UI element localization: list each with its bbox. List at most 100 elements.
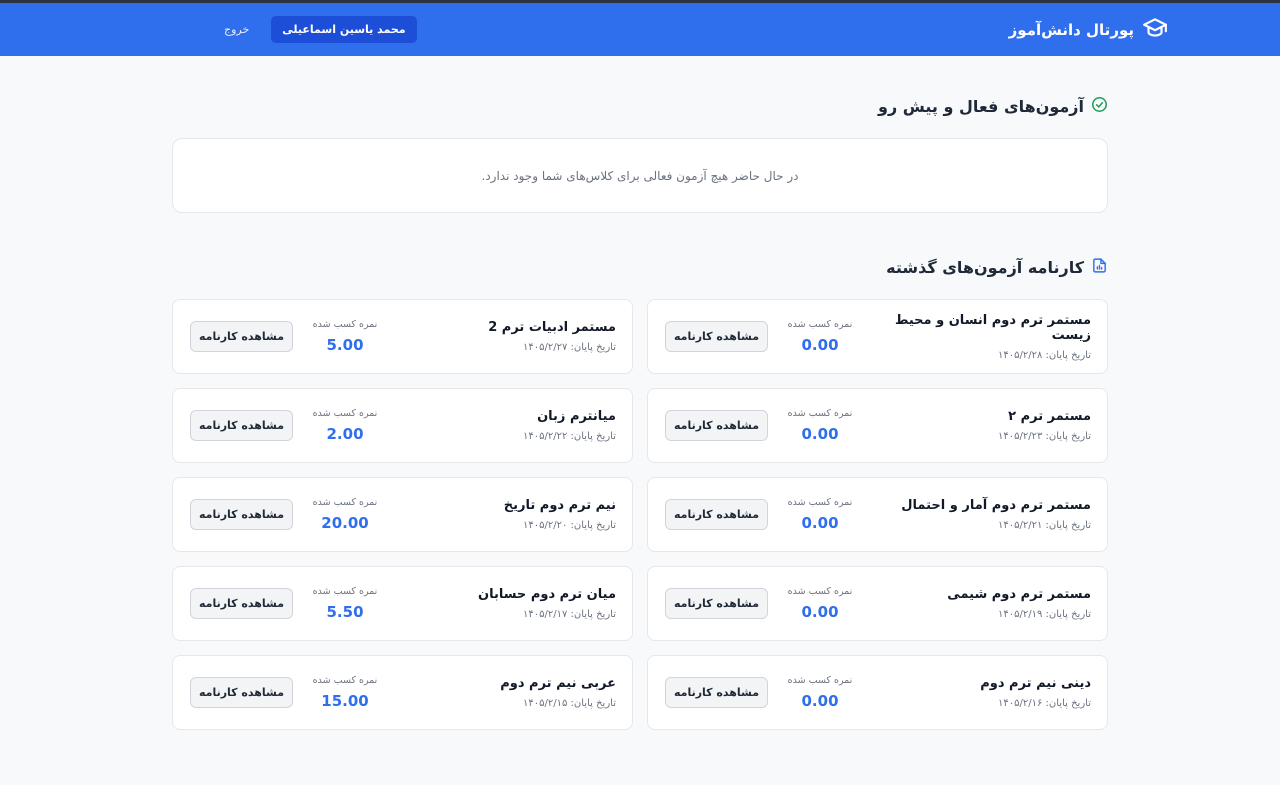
active-exams-title: آزمون‌های فعال و پیش رو (172, 96, 1108, 117)
view-report-button[interactable]: مشاهده کارنامه (190, 677, 293, 708)
exam-title: مستمر ادبیات ترم 2 (488, 320, 616, 335)
exam-card: مستمر ترم ۲ تاریخ پایان: ۱۴۰۵/۲/۲۳ نمره … (647, 388, 1108, 463)
graduation-cap-icon (1142, 15, 1168, 45)
score-label: نمره کسب شده (312, 586, 378, 597)
score-box: نمره کسب شده 2.00 (305, 408, 385, 443)
app-header: پورتال دانش‌آموز محمد یاسین اسماعیلی خرو… (0, 3, 1280, 56)
view-report-button[interactable]: مشاهده کارنامه (190, 588, 293, 619)
exam-info: نیم ترم دوم تاریخ تاریخ پایان: ۱۴۰۵/۲/۲۰ (504, 498, 616, 531)
view-report-button[interactable]: مشاهده کارنامه (190, 321, 293, 352)
exam-card: دینی نیم ترم دوم تاریخ پایان: ۱۴۰۵/۲/۱۶ … (647, 655, 1108, 730)
exam-card: مستمر ترم دوم آمار و احتمال تاریخ پایان:… (647, 477, 1108, 552)
score-label: نمره کسب شده (312, 497, 378, 508)
score-box: نمره کسب شده 0.00 (780, 319, 860, 354)
exam-end-date: تاریخ پایان: ۱۴۰۵/۲/۲۳ (998, 431, 1091, 442)
main-content: آزمون‌های فعال و پیش رو در حال حاضر هیچ … (172, 56, 1108, 730)
score-label: نمره کسب شده (787, 497, 853, 508)
view-report-button[interactable]: مشاهده کارنامه (190, 499, 293, 530)
exam-card: مستمر ادبیات ترم 2 تاریخ پایان: ۱۴۰۵/۲/۲… (172, 299, 633, 374)
exam-card: نیم ترم دوم تاریخ تاریخ پایان: ۱۴۰۵/۲/۲۰… (172, 477, 633, 552)
score-value: 5.50 (326, 603, 364, 621)
score-box: نمره کسب شده 0.00 (780, 408, 860, 443)
exam-info: مستمر ترم دوم شیمی تاریخ پایان: ۱۴۰۵/۲/۱… (947, 587, 1091, 620)
exam-card: مستمر ترم دوم شیمی تاریخ پایان: ۱۴۰۵/۲/۱… (647, 566, 1108, 641)
exam-title: مستمر ترم ۲ (1008, 409, 1091, 424)
exam-info: عربی نیم ترم دوم تاریخ پایان: ۱۴۰۵/۲/۱۵ (500, 676, 616, 709)
exam-actions: نمره کسب شده 20.00 مشاهده کارنامه (190, 497, 385, 532)
view-report-button[interactable]: مشاهده کارنامه (665, 499, 768, 530)
score-box: نمره کسب شده 5.50 (305, 586, 385, 621)
score-value: 0.00 (801, 514, 839, 532)
view-report-button[interactable]: مشاهده کارنامه (665, 588, 768, 619)
user-name-badge[interactable]: محمد یاسین اسماعیلی (271, 16, 417, 43)
score-value: 0.00 (801, 603, 839, 621)
exam-end-date: تاریخ پایان: ۱۴۰۵/۲/۲۱ (998, 520, 1091, 531)
exam-end-date: تاریخ پایان: ۱۴۰۵/۲/۱۷ (523, 609, 616, 620)
score-value: 0.00 (801, 425, 839, 443)
score-label: نمره کسب شده (787, 586, 853, 597)
score-box: نمره کسب شده 0.00 (780, 586, 860, 621)
exam-actions: نمره کسب شده 2.00 مشاهده کارنامه (190, 408, 385, 443)
empty-message: در حال حاضر هیچ آزمون فعالی برای کلاس‌ها… (481, 168, 799, 183)
logout-link[interactable]: خروج (224, 23, 249, 36)
exam-title: نیم ترم دوم تاریخ (503, 498, 616, 513)
exam-info: مستمر ترم ۲ تاریخ پایان: ۱۴۰۵/۲/۲۳ (998, 409, 1091, 442)
exam-info: مستمر ادبیات ترم 2 تاریخ پایان: ۱۴۰۵/۲/۲… (488, 320, 616, 353)
exam-info: میان ترم دوم حسابان تاریخ پایان: ۱۴۰۵/۲/… (478, 587, 616, 620)
app-title: پورتال دانش‌آموز (1008, 20, 1134, 39)
exam-actions: نمره کسب شده 5.00 مشاهده کارنامه (190, 319, 385, 354)
score-value: 2.00 (326, 425, 364, 443)
exam-title: میان ترم دوم حسابان (477, 587, 616, 602)
exam-title: مستمر ترم دوم شیمی (947, 587, 1091, 602)
exam-actions: نمره کسب شده 5.50 مشاهده کارنامه (190, 586, 385, 621)
exam-actions: نمره کسب شده 0.00 مشاهده کارنامه (665, 497, 860, 532)
exam-info: میانترم زبان تاریخ پایان: ۱۴۰۵/۲/۲۲ (523, 409, 616, 442)
exam-title: دینی نیم ترم دوم (980, 676, 1091, 691)
exam-actions: نمره کسب شده 0.00 مشاهده کارنامه (665, 319, 860, 354)
score-value: 0.00 (801, 692, 839, 710)
exam-actions: نمره کسب شده 0.00 مشاهده کارنامه (665, 408, 860, 443)
score-label: نمره کسب شده (312, 675, 378, 686)
exam-actions: نمره کسب شده 0.00 مشاهده کارنامه (665, 675, 860, 710)
exam-info: مستمر ترم دوم انسان و محیط زیست تاریخ پا… (860, 313, 1091, 361)
score-box: نمره کسب شده 20.00 (305, 497, 385, 532)
view-report-button[interactable]: مشاهده کارنامه (665, 321, 768, 352)
exam-actions: نمره کسب شده 15.00 مشاهده کارنامه (190, 675, 385, 710)
view-report-button[interactable]: مشاهده کارنامه (190, 410, 293, 441)
exam-card: میانترم زبان تاریخ پایان: ۱۴۰۵/۲/۲۲ نمره… (172, 388, 633, 463)
exam-card: عربی نیم ترم دوم تاریخ پایان: ۱۴۰۵/۲/۱۵ … (172, 655, 633, 730)
exam-card: مستمر ترم دوم انسان و محیط زیست تاریخ پا… (647, 299, 1108, 374)
exam-info: دینی نیم ترم دوم تاریخ پایان: ۱۴۰۵/۲/۱۶ (980, 676, 1091, 709)
score-box: نمره کسب شده 0.00 (780, 675, 860, 710)
exam-end-date: تاریخ پایان: ۱۴۰۵/۲/۱۹ (998, 609, 1091, 620)
exam-end-date: تاریخ پایان: ۱۴۰۵/۲/۲۰ (523, 520, 616, 531)
exam-end-date: تاریخ پایان: ۱۴۰۵/۲/۲۸ (998, 349, 1091, 361)
report-chart-icon (1091, 257, 1108, 278)
exam-end-date: تاریخ پایان: ۱۴۰۵/۲/۲۷ (523, 342, 616, 353)
brand[interactable]: پورتال دانش‌آموز (1009, 15, 1168, 45)
past-exams-title: کارنامه آزمون‌های گذشته (172, 257, 1108, 278)
score-value: 20.00 (321, 514, 369, 532)
exam-end-date: تاریخ پایان: ۱۴۰۵/۲/۱۵ (523, 698, 616, 709)
exam-info: مستمر ترم دوم آمار و احتمال تاریخ پایان:… (901, 498, 1091, 531)
exam-end-date: تاریخ پایان: ۱۴۰۵/۲/۲۲ (523, 431, 616, 442)
view-report-button[interactable]: مشاهده کارنامه (665, 410, 768, 441)
past-exams-grid: مستمر ترم دوم انسان و محیط زیست تاریخ پا… (172, 299, 1108, 730)
exam-title: مستمر ترم دوم آمار و احتمال (901, 498, 1091, 513)
score-box: نمره کسب شده 5.00 (305, 319, 385, 354)
check-circle-icon (1091, 96, 1108, 117)
score-box: نمره کسب شده 15.00 (305, 675, 385, 710)
exam-actions: نمره کسب شده 0.00 مشاهده کارنامه (665, 586, 860, 621)
score-box: نمره کسب شده 0.00 (780, 497, 860, 532)
exam-title: میانترم زبان (537, 409, 616, 424)
score-value: 0.00 (801, 336, 839, 354)
score-label: نمره کسب شده (787, 319, 853, 330)
score-value: 15.00 (321, 692, 369, 710)
score-label: نمره کسب شده (312, 319, 378, 330)
view-report-button[interactable]: مشاهده کارنامه (665, 677, 768, 708)
score-label: نمره کسب شده (787, 675, 853, 686)
active-exams-title-text: آزمون‌های فعال و پیش رو (878, 97, 1084, 116)
exam-title: عربی نیم ترم دوم (500, 676, 616, 691)
exam-card: میان ترم دوم حسابان تاریخ پایان: ۱۴۰۵/۲/… (172, 566, 633, 641)
exam-end-date: تاریخ پایان: ۱۴۰۵/۲/۱۶ (998, 698, 1091, 709)
